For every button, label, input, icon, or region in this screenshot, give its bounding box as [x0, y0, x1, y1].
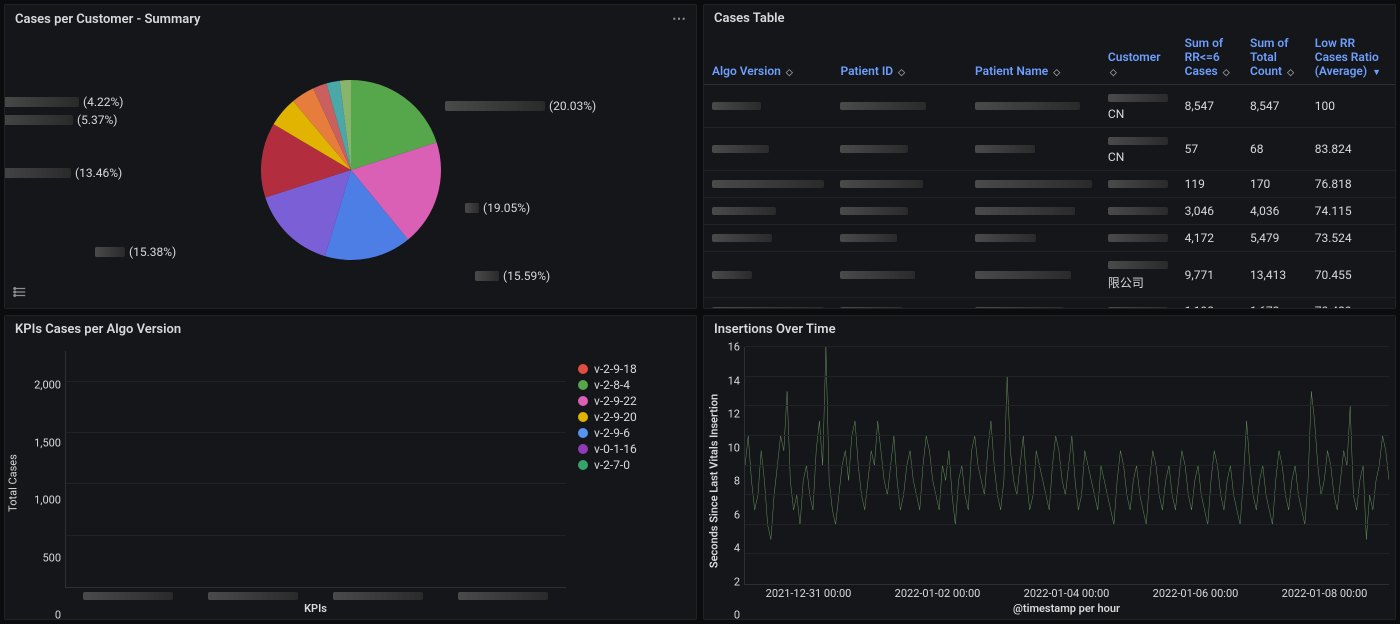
table-header-sum_total[interactable]: Sum of Total Count ◇ — [1242, 30, 1307, 85]
panel-insertions-over-time: Insertions Over Time Seconds Since Last … — [703, 315, 1396, 620]
table-cell: 13,413 — [1242, 252, 1307, 298]
table-cell: 73.524 — [1307, 225, 1395, 252]
line-xtick: 2022-01-04 00:00 — [1024, 587, 1110, 600]
table-cell: 4,036 — [1242, 198, 1307, 225]
table-cell: 70.429 — [1307, 298, 1395, 309]
table-cell: 8,547 — [1242, 85, 1307, 128]
line-xtick: 2022-01-06 00:00 — [1153, 587, 1239, 600]
line-xtick: 2022-01-08 00:00 — [1282, 587, 1368, 600]
bar-xlabel: KPIs — [65, 600, 566, 615]
table-cell: 1,198 — [1177, 298, 1242, 309]
table-header-ratio[interactable]: Low RR Cases Ratio (Average) ▼ — [1307, 30, 1395, 85]
pie-label: (5.37%) — [5, 113, 117, 127]
bar-xtick — [200, 592, 305, 600]
bar-ytick: 2,000 — [34, 379, 61, 392]
table-row[interactable]: 3,0464,03674.115 — [704, 198, 1395, 225]
panel-menu-icon[interactable]: ⋯ — [672, 11, 686, 27]
legend-item[interactable]: v-2-9-18 — [578, 361, 686, 377]
bar-ytick: 1,000 — [34, 494, 61, 507]
table-row[interactable]: 1,1981,67270.429 — [704, 298, 1395, 309]
table-row[interactable]: 限公司9,77113,41370.455 — [704, 252, 1395, 298]
panel-title: Insertions Over Time — [714, 322, 836, 337]
legend-item[interactable]: v-2-9-22 — [578, 393, 686, 409]
legend-toggle-icon[interactable] — [13, 285, 27, 302]
table-header-algo[interactable]: Algo Version ◇ — [704, 30, 832, 85]
table-header-pname[interactable]: Patient Name ◇ — [967, 30, 1100, 85]
table-header-pid[interactable]: Patient ID ◇ — [832, 30, 967, 85]
cases-table: Algo Version ◇Patient ID ◇Patient Name ◇… — [704, 30, 1395, 308]
table-cell: 76.818 — [1307, 171, 1395, 198]
table-cell: 100 — [1307, 85, 1395, 128]
panel-kpis-cases: KPIs Cases per Algo Version Total Cases … — [4, 315, 697, 620]
bar-xtick — [451, 592, 556, 600]
panel-cases-table: Cases Table Algo Version ◇Patient ID ◇Pa… — [703, 4, 1396, 309]
line-ytick: 16 — [728, 341, 740, 354]
line-ytick: 2 — [734, 575, 740, 588]
pie-label: (15.38%) — [95, 245, 176, 259]
line-ytick: 6 — [734, 508, 740, 521]
table-row[interactable]: CN8,5478,547100 — [704, 85, 1395, 128]
table-cell: 9,771 — [1177, 252, 1242, 298]
line-xtick: 2021-12-31 00:00 — [766, 587, 852, 600]
table-row[interactable]: CN576883.824 — [704, 128, 1395, 171]
bar-ytick: 0 — [55, 609, 61, 620]
line-xtick: 2022-01-02 00:00 — [895, 587, 981, 600]
table-row[interactable]: 11917076.818 — [704, 171, 1395, 198]
table-cell: 5,479 — [1242, 225, 1307, 252]
line-ylabel: Seconds Since Last Vitals Insertion — [708, 394, 721, 568]
legend-item[interactable]: v-2-8-4 — [578, 377, 686, 393]
table-cell: 74.115 — [1307, 198, 1395, 225]
table-cell: 83.824 — [1307, 128, 1395, 171]
panel-title: Cases Table — [714, 11, 785, 26]
table-cell: 4,172 — [1177, 225, 1242, 252]
line-ytick: 8 — [734, 475, 740, 488]
pie-label: (13.46%) — [5, 166, 122, 180]
line-ytick: 4 — [734, 542, 740, 555]
panel-title: Cases per Customer - Summary — [15, 12, 201, 27]
line-ytick: 14 — [728, 374, 740, 387]
bar-xtick — [326, 592, 431, 600]
line-chart[interactable] — [744, 347, 1389, 585]
panel-title: KPIs Cases per Algo Version — [15, 322, 181, 337]
legend-item[interactable]: v-2-7-0 — [578, 457, 686, 473]
panel-cases-per-customer: Cases per Customer - Summary ⋯ (20.03%) (… — [4, 4, 697, 309]
bar-xtick — [75, 592, 180, 600]
table-cell: 119 — [1177, 171, 1242, 198]
bar-legend: v-2-9-18v-2-8-4v-2-9-22v-2-9-20v-2-9-6v-… — [566, 351, 686, 615]
table-cell: 57 — [1177, 128, 1242, 171]
table-cell: 1,672 — [1242, 298, 1307, 309]
table-row[interactable]: 4,1725,47973.524 — [704, 225, 1395, 252]
pie-label: (15.59%) — [475, 269, 550, 283]
table-cell: 68 — [1242, 128, 1307, 171]
table-cell: 8,547 — [1177, 85, 1242, 128]
bar-ylabel: Total Cases — [7, 454, 20, 512]
table-cell: 70.455 — [1307, 252, 1395, 298]
line-xlabel: @timestamp per hour — [744, 600, 1389, 615]
pie-label: (20.03%) — [445, 99, 596, 113]
bar-ytick: 1,500 — [34, 436, 61, 449]
line-ytick: 10 — [728, 441, 740, 454]
line-ytick: 12 — [728, 408, 740, 421]
table-cell: 170 — [1242, 171, 1307, 198]
legend-item[interactable]: v-2-9-20 — [578, 409, 686, 425]
legend-item[interactable]: v-2-9-6 — [578, 425, 686, 441]
pie-label: (19.05%) — [465, 201, 530, 215]
table-cell: 3,046 — [1177, 198, 1242, 225]
table-header-sum_rr[interactable]: Sum of RR<=6 Cases ◇ — [1177, 30, 1242, 85]
line-ytick: 0 — [734, 609, 740, 620]
pie-label: (4.22%) — [5, 95, 123, 109]
table-header-customer[interactable]: Customer ◇ — [1100, 30, 1177, 85]
legend-item[interactable]: v-0-1-16 — [578, 441, 686, 457]
bar-ytick: 500 — [42, 551, 61, 564]
